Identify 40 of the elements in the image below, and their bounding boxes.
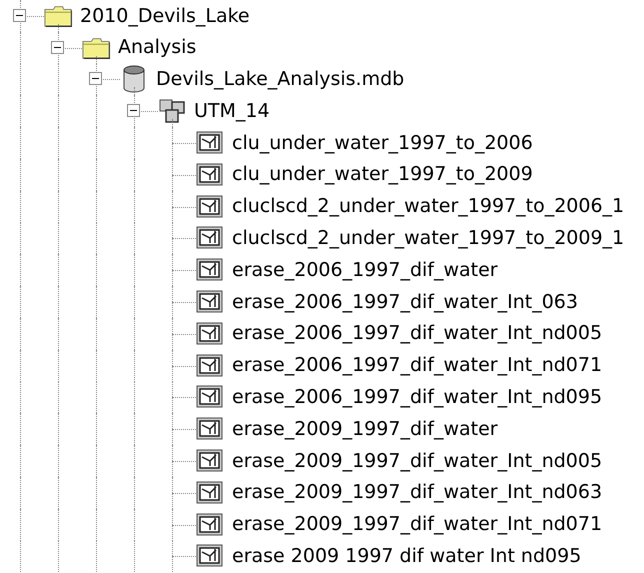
line-feature-icon xyxy=(196,322,224,346)
expand-toggle[interactable] xyxy=(89,72,102,86)
tree-item-label[interactable]: erase_2006_1997_dif_water xyxy=(232,258,498,282)
folder-icon xyxy=(82,36,110,60)
tree-item-label[interactable]: UTM_14 xyxy=(194,100,270,123)
line-feature-icon xyxy=(196,512,224,537)
tree-item-label[interactable]: cluclscd_2_under_water_1997_to_2009_1 xyxy=(232,227,624,250)
tree-item-label[interactable]: clu_under_water_1997_to_2009 xyxy=(232,163,533,186)
line-feature-icon xyxy=(196,290,224,314)
line-feature-icon xyxy=(196,162,224,187)
expand-toggle[interactable] xyxy=(13,8,26,22)
line-feature-icon xyxy=(196,449,224,474)
tree-item-label[interactable]: Analysis xyxy=(118,36,196,60)
line-feature-icon xyxy=(196,226,224,250)
line-feature-icon xyxy=(196,258,224,282)
tree-item-label[interactable]: erase_2006_1997_dif_water_Int_nd005 xyxy=(232,322,602,346)
tree-item-label[interactable]: erase_2006_1997_dif_water_Int_nd071 xyxy=(232,354,602,378)
tree-item-label[interactable]: erase 2009 1997 dif water Int nd095 xyxy=(232,545,582,568)
expand-toggle[interactable] xyxy=(127,104,140,118)
tree-item-label[interactable]: 2010_Devils_Lake xyxy=(80,4,250,28)
tree-item-label[interactable]: Devils_Lake_Analysis.mdb xyxy=(156,68,404,91)
tree-item-label[interactable]: erase_2006_1997_dif_water_Int_nd095 xyxy=(232,386,602,409)
folder-icon xyxy=(44,4,72,28)
line-feature-icon xyxy=(196,194,224,219)
line-feature-icon xyxy=(196,417,224,442)
tree-item-label[interactable]: erase_2009_1997_dif_water_Int_nd071 xyxy=(232,513,602,536)
tree-item-label[interactable]: erase_2009_1997_dif_water xyxy=(232,418,498,441)
tree-item-label[interactable]: cluclscd_2_under_water_1997_to_2006_1 xyxy=(232,195,624,218)
line-feature-icon xyxy=(196,480,224,505)
expand-toggle[interactable] xyxy=(51,40,64,54)
stacked-squares-icon xyxy=(158,98,186,124)
line-feature-icon xyxy=(196,354,224,378)
tree-item-label[interactable]: clu_under_water_1997_to_2006 xyxy=(232,132,533,154)
line-feature-icon xyxy=(196,131,224,156)
tree-item-label[interactable]: erase_2006_1997_dif_water_Int_063 xyxy=(232,290,578,314)
line-feature-icon xyxy=(196,544,224,568)
tree-item-label[interactable]: erase_2009_1997_dif_water_Int_nd005 xyxy=(232,450,602,472)
line-feature-icon xyxy=(196,385,224,410)
database-icon xyxy=(122,65,146,94)
tree-item-label[interactable]: erase_2009_1997_dif_water_Int_nd063 xyxy=(232,481,602,504)
